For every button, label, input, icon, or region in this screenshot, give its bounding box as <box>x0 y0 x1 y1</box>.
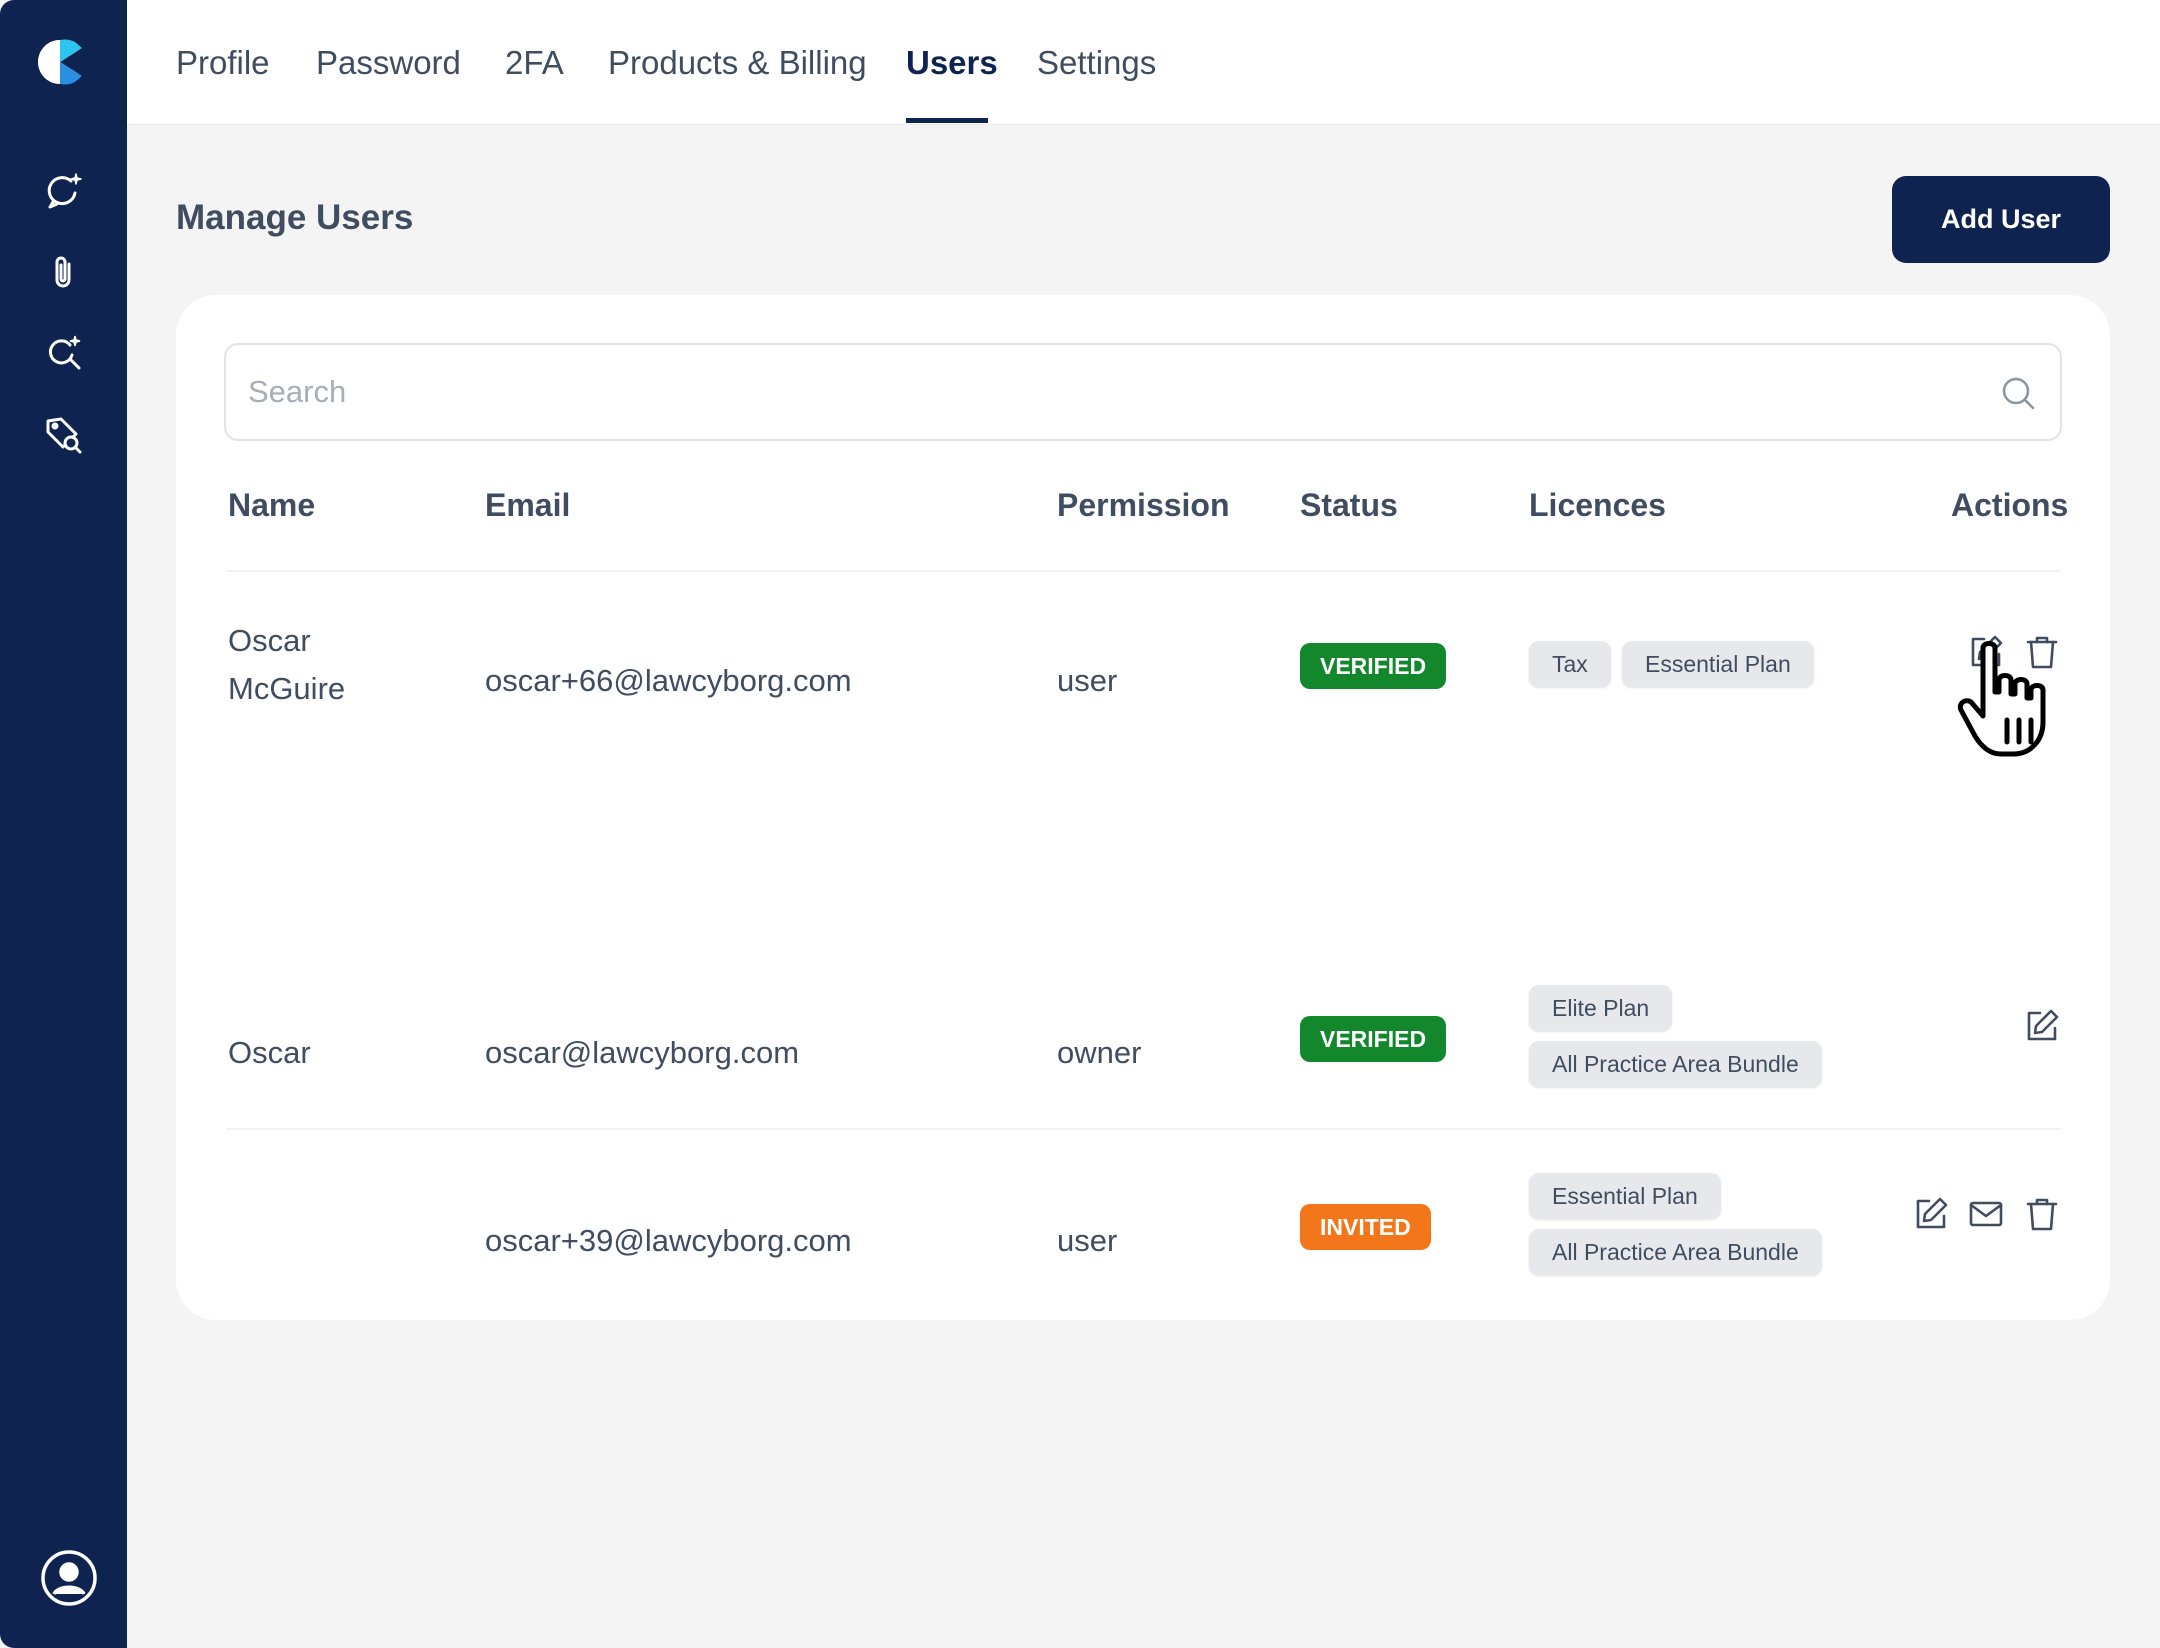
tab-settings[interactable]: Settings <box>1037 44 1156 82</box>
app-logo-icon[interactable] <box>37 38 88 86</box>
licence-chip: Essential Plan <box>1529 1173 1721 1219</box>
user-email: oscar+39@lawcyborg.com <box>485 1223 852 1258</box>
sidebar <box>0 0 127 1648</box>
active-tab-indicator <box>906 118 988 123</box>
user-name: Oscar <box>228 1035 311 1070</box>
licence-chip: All Practice Area Bundle <box>1529 1229 1822 1275</box>
tag-search-icon[interactable] <box>44 415 84 455</box>
status-badge: INVITED <box>1300 1204 1431 1250</box>
table-divider <box>226 570 2060 572</box>
table-divider <box>226 1128 2060 1130</box>
column-header-status: Status <box>1300 487 1398 523</box>
tab-2fa[interactable]: 2FA <box>505 44 564 82</box>
user-permission: user <box>1057 1223 1118 1258</box>
tab-products-billing[interactable]: Products & Billing <box>608 44 867 82</box>
tab-password[interactable]: Password <box>316 44 461 82</box>
user-email: oscar@lawcyborg.com <box>485 1035 800 1070</box>
column-header-email: Email <box>485 487 571 523</box>
user-email: oscar+66@lawcyborg.com <box>485 663 852 698</box>
status-badge: VERIFIED <box>1300 643 1447 689</box>
trash-icon[interactable] <box>2024 1196 2060 1232</box>
mail-icon[interactable] <box>1968 1196 2004 1232</box>
users-card: Name Email Permission Status Licences Ac… <box>176 295 2110 1320</box>
licence-chip: Tax <box>1529 641 1611 687</box>
column-header-actions: Actions <box>1951 487 2069 523</box>
column-header-licences: Licences <box>1529 487 1666 523</box>
add-user-button[interactable]: Add User <box>1892 176 2110 263</box>
licence-chip: Essential Plan <box>1622 641 1814 687</box>
tab-users[interactable]: Users <box>906 44 998 82</box>
chat-sparkle-icon[interactable] <box>44 171 84 211</box>
user-name: Oscar McGuire <box>228 623 346 706</box>
search-icon[interactable] <box>2000 375 2036 411</box>
hand-cursor-icon <box>1955 640 2065 760</box>
licence-chip: Elite Plan <box>1529 985 1673 1031</box>
user-permission: user <box>1057 663 1118 698</box>
edit-icon[interactable] <box>2024 1008 2060 1044</box>
edit-icon[interactable] <box>1913 1196 1949 1232</box>
search-input[interactable] <box>248 345 1948 439</box>
search-sparkle-icon[interactable] <box>44 333 84 373</box>
licence-chip: All Practice Area Bundle <box>1529 1041 1822 1087</box>
page-title: Manage Users <box>176 198 414 237</box>
search-box <box>224 343 2062 441</box>
column-header-name: Name <box>228 487 316 523</box>
status-badge: VERIFIED <box>1300 1016 1447 1062</box>
paperclip-icon[interactable] <box>44 252 84 292</box>
user-permission: owner <box>1057 1035 1142 1070</box>
user-circle-icon[interactable] <box>40 1549 98 1607</box>
top-navigation: Profile Password 2FA Products & Billing … <box>127 0 2160 125</box>
column-header-permission: Permission <box>1057 487 1230 523</box>
tab-profile[interactable]: Profile <box>176 44 270 82</box>
